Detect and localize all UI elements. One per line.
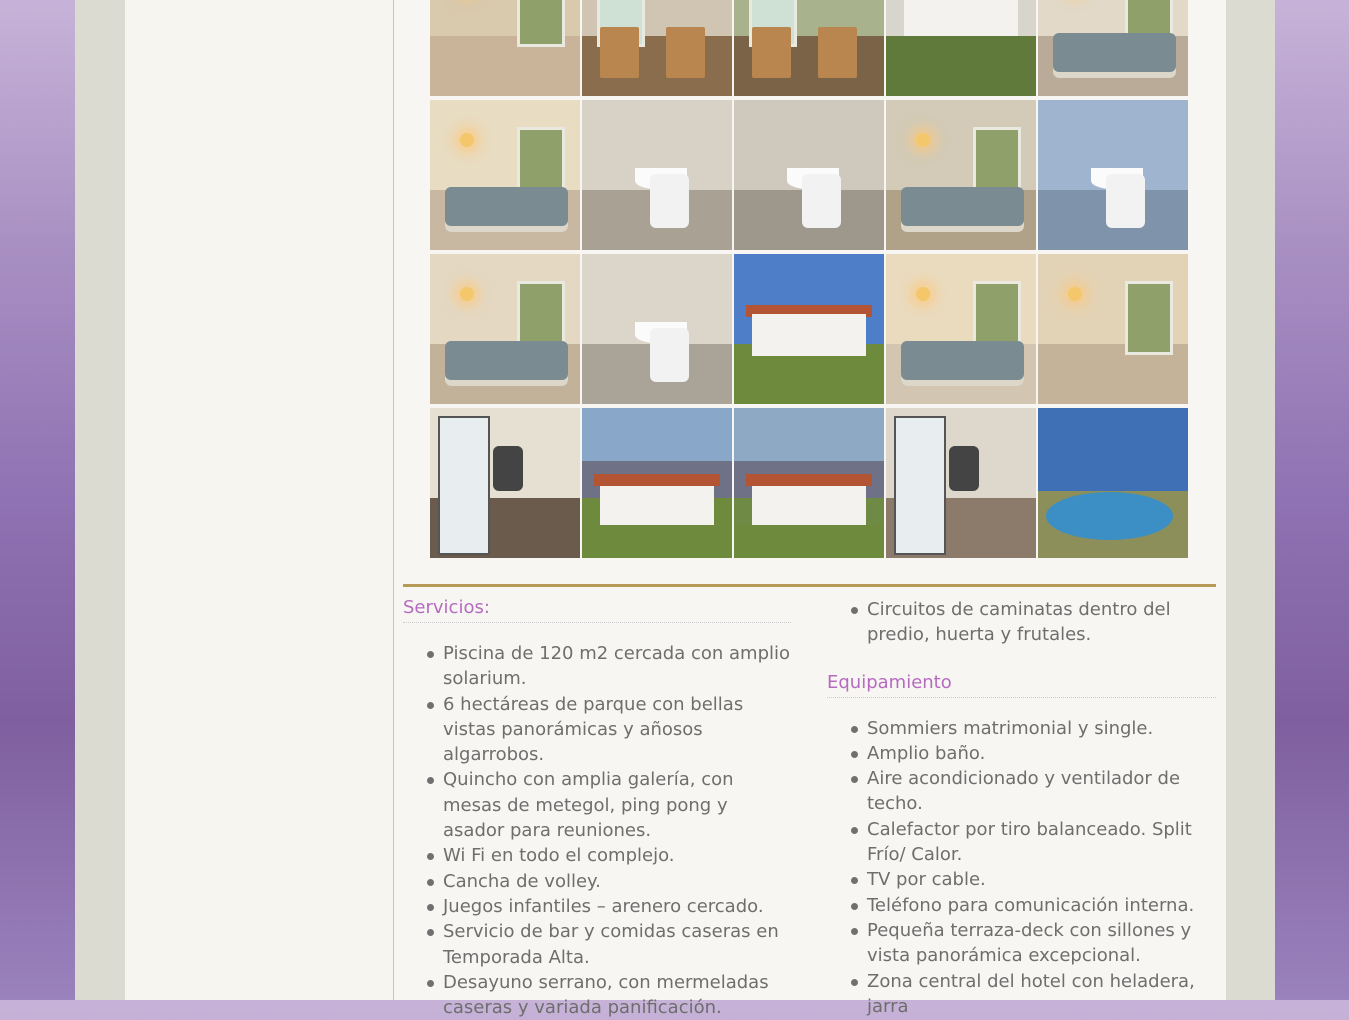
thumb-room-view[interactable]	[1038, 254, 1188, 404]
list-item: Cancha de volley.	[427, 869, 791, 894]
thumb-bathroom-blue[interactable]	[1038, 100, 1188, 250]
servicios-column: Servicios: Piscina de 120 m2 cercada con…	[403, 597, 791, 1020]
servicios-list-continued: Circuitos de caminatas dentro del predio…	[827, 597, 1216, 648]
thumb-bedroom-window[interactable]	[886, 100, 1036, 250]
list-item: Aire acondicionado y ventilador de techo…	[851, 766, 1216, 817]
thumb-bathroom-mirror[interactable]	[582, 100, 732, 250]
servicios-list: Piscina de 120 m2 cercada con amplio sol…	[403, 641, 791, 1020]
list-item: Juegos infantiles – arenero cercado.	[427, 894, 791, 919]
thumb-exterior-house[interactable]	[734, 254, 884, 404]
thumb-fridge-kitchen[interactable]	[886, 408, 1036, 558]
servicios-heading: Servicios:	[403, 597, 791, 623]
list-item: Teléfono para comunicación interna.	[851, 893, 1216, 918]
list-item: Servicio de bar y comidas caseras en Tem…	[427, 919, 791, 970]
section-divider	[403, 584, 1216, 587]
thumb-twin-beds[interactable]	[1038, 0, 1188, 96]
photo-gallery	[430, 0, 1190, 558]
thumb-patio-lawn[interactable]	[886, 0, 1036, 96]
thumb-bedroom-art[interactable]	[430, 254, 580, 404]
right-column: Circuitos de caminatas dentro del predio…	[827, 597, 1216, 1019]
thumb-house-mountains-2[interactable]	[734, 408, 884, 558]
list-item: Amplio baño.	[851, 741, 1216, 766]
equipamiento-list: Sommiers matrimonial y single. Amplio bañ…	[827, 716, 1216, 1020]
list-item: Wi Fi en todo el complejo.	[427, 843, 791, 868]
list-item: TV por cable.	[851, 867, 1216, 892]
thumb-room-beds[interactable]	[430, 100, 580, 250]
list-item: Sommiers matrimonial y single.	[851, 716, 1216, 741]
thumb-pool[interactable]	[1038, 408, 1188, 558]
list-item: Circuitos de caminatas dentro del predio…	[851, 597, 1216, 648]
thumb-bathroom-toilet[interactable]	[734, 100, 884, 250]
left-sidebar	[125, 0, 393, 1000]
thumb-house-mountains[interactable]	[582, 408, 732, 558]
list-item: Desayuno serrano, con mermeladas caseras…	[427, 970, 791, 1020]
list-item: Calefactor por tiro balanceado. Split Fr…	[851, 817, 1216, 868]
thumb-bathroom-shower[interactable]	[582, 254, 732, 404]
thumb-deck-chairs-2[interactable]	[734, 0, 884, 96]
thumb-kitchenette[interactable]	[430, 408, 580, 558]
thumb-bedroom-double[interactable]	[886, 254, 1036, 404]
thumb-hallway[interactable]	[430, 0, 580, 96]
list-item: 6 hectáreas de parque con bellas vistas …	[427, 692, 791, 768]
thumb-deck-chairs[interactable]	[582, 0, 732, 96]
equipamiento-heading: Equipamiento	[827, 672, 1216, 698]
list-item: Zona central del hotel con heladera, jar…	[851, 969, 1216, 1020]
list-item: Quincho con amplia galería, con mesas de…	[427, 767, 791, 843]
list-item: Pequeña terraza-deck con sillones y vist…	[851, 918, 1216, 969]
list-item: Piscina de 120 m2 cercada con amplio sol…	[427, 641, 791, 692]
